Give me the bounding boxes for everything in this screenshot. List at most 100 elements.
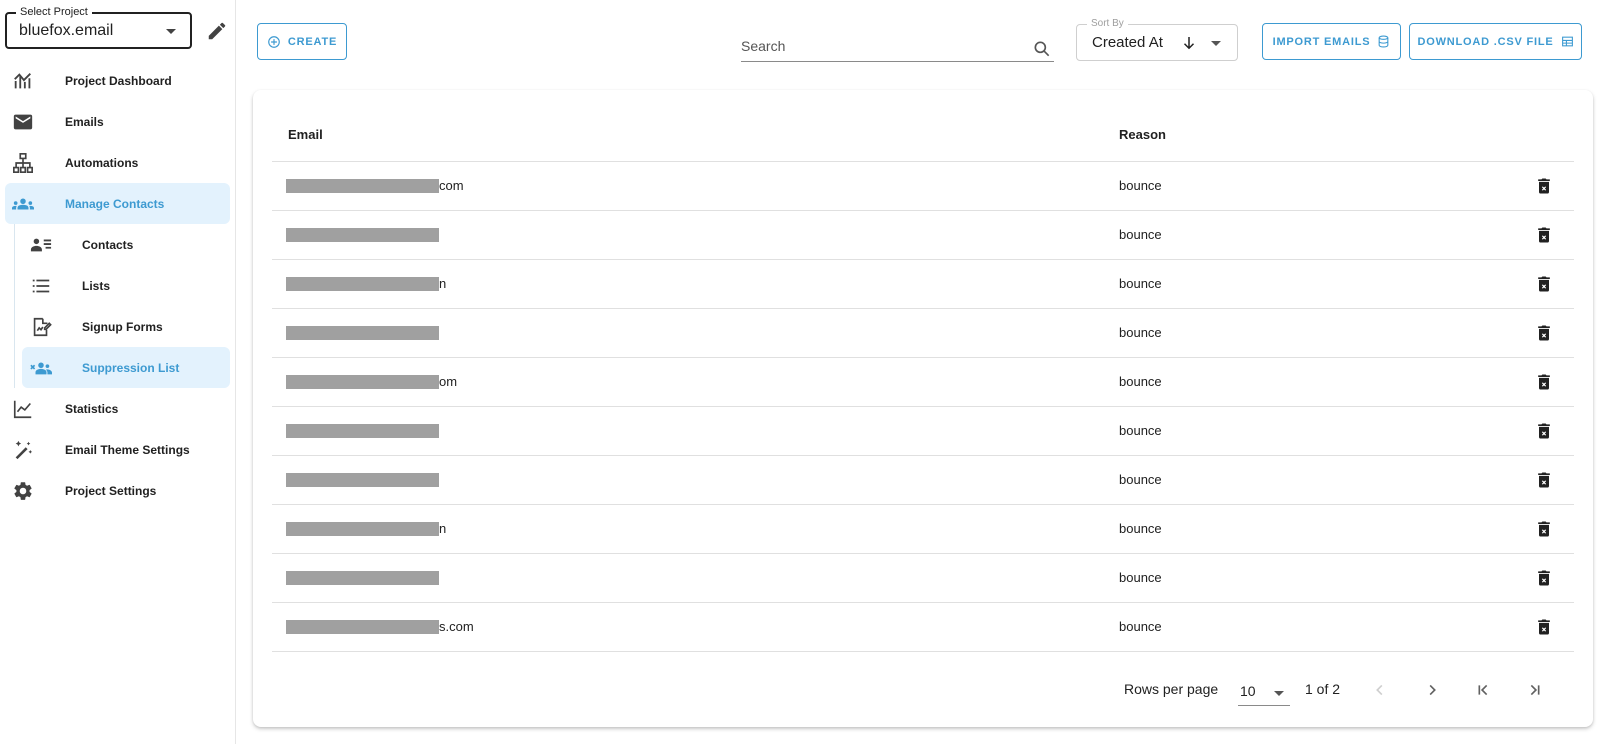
redaction-bar xyxy=(286,522,439,536)
reason-cell: bounce xyxy=(1119,227,1162,242)
sort-select-value: Created At xyxy=(1092,34,1163,51)
sidebar-item-automations[interactable]: Automations xyxy=(0,142,236,183)
rows-per-page-label: Rows per page xyxy=(1124,681,1219,697)
database-icon xyxy=(1379,35,1389,48)
table-row: s.com bounce xyxy=(272,603,1574,652)
reason-cell: bounce xyxy=(1119,423,1162,438)
redaction-bar xyxy=(286,424,439,438)
delete-icon[interactable] xyxy=(1534,421,1554,441)
reason-cell: bounce xyxy=(1119,570,1162,585)
form-icon xyxy=(33,317,52,337)
delete-icon[interactable] xyxy=(1534,568,1554,588)
create-button[interactable]: CREATE xyxy=(257,23,347,60)
import-emails-button[interactable]: IMPORT EMAILS xyxy=(1262,23,1401,60)
reason-cell: bounce xyxy=(1119,521,1162,536)
table-row: bounce xyxy=(272,456,1574,505)
suppression-table-card: Email Reason com bounce bounce n bounce … xyxy=(253,90,1593,727)
search-field xyxy=(741,36,1054,62)
rows-per-page-select[interactable]: 10 xyxy=(1238,678,1290,706)
sidebar: Select Project bluefox.email Project Das… xyxy=(0,0,236,744)
delete-icon[interactable] xyxy=(1534,470,1554,490)
chevron-down-icon xyxy=(166,29,176,34)
email-text: n xyxy=(439,276,447,291)
magic-wand-icon xyxy=(15,440,33,460)
reason-cell: bounce xyxy=(1119,276,1162,291)
download-csv-button[interactable]: DOWNLOAD .CSV FILE xyxy=(1409,23,1582,60)
table-row: bounce xyxy=(272,309,1574,358)
previous-page-icon[interactable] xyxy=(1369,679,1391,701)
sidebar-nav: Project Dashboard Emails Automations Man… xyxy=(0,60,236,511)
delete-icon[interactable] xyxy=(1534,519,1554,539)
sidebar-item-label: Email Theme Settings xyxy=(65,442,190,457)
sidebar-item-signup-forms[interactable]: Signup Forms xyxy=(0,306,236,347)
arrow-down-icon[interactable] xyxy=(1180,34,1198,52)
table-row: om bounce xyxy=(272,358,1574,407)
sidebar-item-label: Manage Contacts xyxy=(65,196,165,211)
sidebar-item-contacts[interactable]: Contacts xyxy=(0,224,236,265)
sidebar-item-label: Project Dashboard xyxy=(65,73,172,88)
chart-icon xyxy=(14,73,31,89)
sitemap-icon xyxy=(13,153,33,173)
list-icon xyxy=(32,279,50,293)
redaction-bar xyxy=(286,277,439,291)
delete-icon[interactable] xyxy=(1534,274,1554,294)
people-icon xyxy=(12,198,34,210)
table-row: n bounce xyxy=(272,260,1574,309)
pencil-icon xyxy=(208,22,226,40)
sidebar-item-label: Contacts xyxy=(82,237,134,252)
sidebar-item-suppression-list[interactable]: Suppression List xyxy=(22,347,230,388)
last-page-icon[interactable] xyxy=(1524,679,1546,701)
delete-icon[interactable] xyxy=(1534,323,1554,343)
email-text: com xyxy=(439,178,464,193)
search-input[interactable] xyxy=(741,38,1021,54)
sort-select[interactable]: Sort By Created At xyxy=(1076,18,1238,61)
reason-cell: bounce xyxy=(1119,374,1162,389)
sidebar-item-project-settings[interactable]: Project Settings xyxy=(0,470,236,511)
redaction-bar xyxy=(286,326,439,340)
chevron-down-icon xyxy=(1211,41,1221,46)
project-select[interactable]: Select Project bluefox.email xyxy=(5,6,192,49)
redaction-bar xyxy=(286,620,439,634)
page-range: 1 of 2 xyxy=(1305,681,1341,697)
rows-per-page-value: 10 xyxy=(1240,683,1256,699)
sort-select-label: Sort By xyxy=(1087,18,1128,30)
add-circle-icon xyxy=(268,35,280,48)
email-text: n xyxy=(439,521,447,536)
contact-list-icon xyxy=(30,238,52,252)
sidebar-item-label: Suppression List xyxy=(82,360,180,375)
table-row: bounce xyxy=(272,407,1574,456)
redaction-bar xyxy=(286,375,439,389)
sidebar-item-emails[interactable]: Emails xyxy=(0,101,236,142)
column-header-reason: Reason xyxy=(1119,127,1166,142)
download-csv-label: DOWNLOAD .CSV FILE xyxy=(1417,35,1554,48)
sidebar-item-lists[interactable]: Lists xyxy=(0,265,236,306)
sidebar-item-manage-contacts[interactable]: Manage Contacts xyxy=(5,183,230,224)
email-text: om xyxy=(439,374,458,389)
next-page-icon[interactable] xyxy=(1421,679,1443,701)
mail-icon xyxy=(13,114,33,130)
sidebar-item-label: Emails xyxy=(65,114,104,129)
sidebar-item-project-dashboard[interactable]: Project Dashboard xyxy=(0,60,236,101)
search-icon[interactable] xyxy=(1032,39,1052,59)
table-row: bounce xyxy=(272,554,1574,603)
sidebar-item-label: Automations xyxy=(65,155,139,170)
redaction-bar xyxy=(286,571,439,585)
delete-icon[interactable] xyxy=(1534,176,1554,196)
delete-icon[interactable] xyxy=(1534,225,1554,245)
edit-project-button[interactable] xyxy=(206,20,228,42)
first-page-icon[interactable] xyxy=(1472,679,1494,701)
delete-icon[interactable] xyxy=(1534,617,1554,637)
sidebar-item-email-theme-settings[interactable]: Email Theme Settings xyxy=(0,429,236,470)
delete-icon[interactable] xyxy=(1534,372,1554,392)
project-select-label: Select Project xyxy=(16,6,92,19)
sidebar-item-statistics[interactable]: Statistics xyxy=(0,388,236,429)
redaction-bar xyxy=(286,473,439,487)
table-row: com bounce xyxy=(272,162,1574,211)
reason-cell: bounce xyxy=(1119,472,1162,487)
table-row: bounce xyxy=(272,211,1574,260)
project-select-value: bluefox.email xyxy=(19,22,114,39)
column-header-email: Email xyxy=(288,127,323,142)
import-emails-label: IMPORT EMAILS xyxy=(1272,35,1371,48)
people-remove-icon xyxy=(30,362,52,375)
redaction-bar xyxy=(286,179,439,193)
